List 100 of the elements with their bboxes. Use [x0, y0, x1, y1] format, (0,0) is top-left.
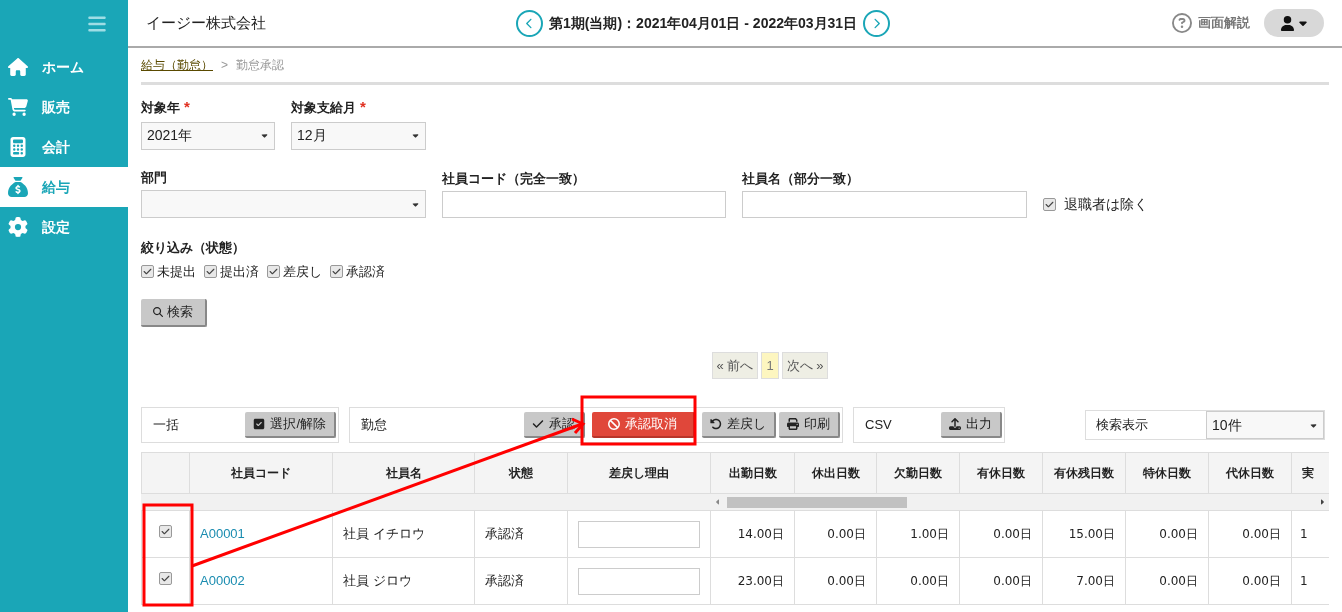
- user-icon: [1279, 15, 1295, 31]
- undo-icon: [710, 418, 722, 430]
- caret-icon: [411, 131, 420, 140]
- table-cell-text: 0.00日: [1159, 573, 1198, 590]
- previous-period-button[interactable]: [516, 9, 543, 37]
- chevron-right-icon: [871, 17, 883, 29]
- table-cell-text: 23.00日: [737, 573, 784, 590]
- employee-code-link[interactable]: A00002: [200, 571, 245, 591]
- home-icon: [8, 57, 28, 77]
- table-cell-text: 14.00日: [737, 526, 784, 543]
- breadcrumb-current: 勤怠承認: [236, 57, 284, 74]
- table-cell-text: 0.00日: [910, 573, 949, 590]
- group-label: 勤怠: [361, 416, 387, 435]
- table-cell-text: 15.00日: [1068, 526, 1115, 543]
- checkbox[interactable]: [159, 525, 172, 538]
- checkbox-label: 承認済: [346, 262, 385, 281]
- table-cell-text: 承認済: [485, 572, 524, 591]
- caret-icon: [260, 131, 269, 140]
- checkbox-label: 退職者は除く: [1064, 195, 1148, 214]
- year-select[interactable]: 2021年: [141, 121, 275, 150]
- next-period-button[interactable]: [863, 9, 891, 37]
- help-icon: [1172, 13, 1192, 33]
- required-mark: *: [184, 97, 190, 117]
- scroll-left-icon[interactable]: [714, 498, 722, 506]
- fiscal-period: 第1期(当期)：2021年04月01日 - 2022年03月31日: [549, 13, 858, 33]
- scrollbar-thumb[interactable]: [727, 496, 907, 508]
- checkbox-icon: [253, 418, 266, 430]
- table-cell-text: 0.00日: [1242, 526, 1281, 543]
- field-label: 対象支給月: [291, 98, 356, 117]
- calculator-icon: [8, 137, 28, 157]
- chevron-left-icon: [524, 17, 535, 29]
- breadcrumb-link[interactable]: 給与（勤怠）: [141, 56, 213, 74]
- group-label: CSV: [865, 416, 892, 435]
- table-cell-text: 1: [1300, 573, 1308, 590]
- checkbox[interactable]: [267, 264, 280, 278]
- reason-field[interactable]: [578, 520, 700, 548]
- check-icon: [532, 418, 544, 430]
- group-label: 検索表示: [1096, 416, 1148, 435]
- table-cell-text: 0.00日: [827, 573, 866, 590]
- table-cell-text: 1: [1300, 526, 1308, 543]
- table-cell-text: 社員 ジロウ: [343, 572, 412, 591]
- company-name: イージー株式会社: [146, 12, 267, 33]
- column-header: 実: [1302, 465, 1314, 482]
- column-header: 社員コード: [231, 465, 291, 482]
- toolbar-button[interactable]: 承認取消: [592, 412, 695, 438]
- cart-icon: [8, 97, 28, 117]
- help-link[interactable]: 画面解説: [1172, 13, 1250, 33]
- next-page-button[interactable]: 次へ »: [781, 352, 829, 379]
- table-cell-text: 0.00日: [993, 573, 1032, 590]
- column-header: 差戻し理由: [609, 465, 669, 482]
- group-label: 一括: [153, 416, 179, 435]
- user-menu-button[interactable]: [1264, 9, 1324, 37]
- field-label: 社員名（部分一致）: [742, 169, 860, 188]
- field-label: 対象年: [141, 98, 180, 117]
- previous-page-button[interactable]: « 前へ: [711, 352, 759, 379]
- column-header: 休出日数: [811, 465, 860, 482]
- employee-name-field[interactable]: [742, 191, 1027, 218]
- month-select[interactable]: 12月: [291, 121, 426, 150]
- table-cell-text: 社員 イチロウ: [343, 525, 425, 544]
- field-label: 社員コード（完全一致）: [442, 169, 586, 188]
- toolbar-button[interactable]: 選択/解除: [245, 412, 336, 438]
- upload-icon: [949, 418, 961, 430]
- column-header: 有休日数: [977, 465, 1025, 482]
- table-cell-text: 1.00日: [910, 526, 949, 543]
- ban-icon: [608, 418, 620, 430]
- toolbar-button[interactable]: 出力: [941, 412, 1002, 438]
- toolbar-button[interactable]: 印刷: [779, 412, 840, 438]
- results-per-page-select[interactable]: 10件: [1206, 411, 1324, 439]
- checkbox[interactable]: [330, 264, 343, 278]
- column-header: 欠勤日数: [894, 465, 942, 482]
- table-cell-text: 承認済: [485, 525, 524, 544]
- checkbox-label: 未提出: [157, 262, 196, 281]
- reason-field[interactable]: [578, 567, 700, 595]
- search-button[interactable]: 検索: [141, 299, 207, 327]
- checkbox-label: 差戻し: [283, 262, 322, 281]
- toolbar-button[interactable]: 差戻し: [702, 412, 776, 438]
- table-cell-text: 7.00日: [1076, 573, 1115, 590]
- required-mark: *: [360, 97, 366, 117]
- checkbox[interactable]: [1043, 198, 1056, 211]
- column-header: 特休日数: [1143, 465, 1191, 482]
- page-button[interactable]: 1: [761, 352, 779, 379]
- table-cell-text: 0.00日: [827, 526, 866, 543]
- money-bag-icon: [8, 177, 28, 197]
- breadcrumb-separator: >: [221, 57, 228, 74]
- search-icon: [153, 307, 163, 317]
- checkbox[interactable]: [204, 264, 217, 278]
- employee-code-link[interactable]: A00001: [200, 524, 245, 544]
- field-label: 絞り込み（状態）: [141, 239, 246, 257]
- checkbox[interactable]: [159, 572, 172, 585]
- checkbox[interactable]: [141, 264, 154, 278]
- column-header: 状態: [509, 465, 533, 482]
- printer-icon: [787, 418, 799, 430]
- scroll-right-icon[interactable]: [1318, 498, 1326, 506]
- gear-icon: [8, 217, 28, 237]
- employee-code-field[interactable]: [442, 191, 726, 218]
- column-header: 有休残日数: [1054, 465, 1114, 482]
- checkbox-label: 提出済: [220, 262, 259, 281]
- table-cell-text: 0.00日: [1159, 526, 1198, 543]
- table-cell-text: 0.00日: [1242, 573, 1281, 590]
- field-label: 部門: [141, 168, 168, 187]
